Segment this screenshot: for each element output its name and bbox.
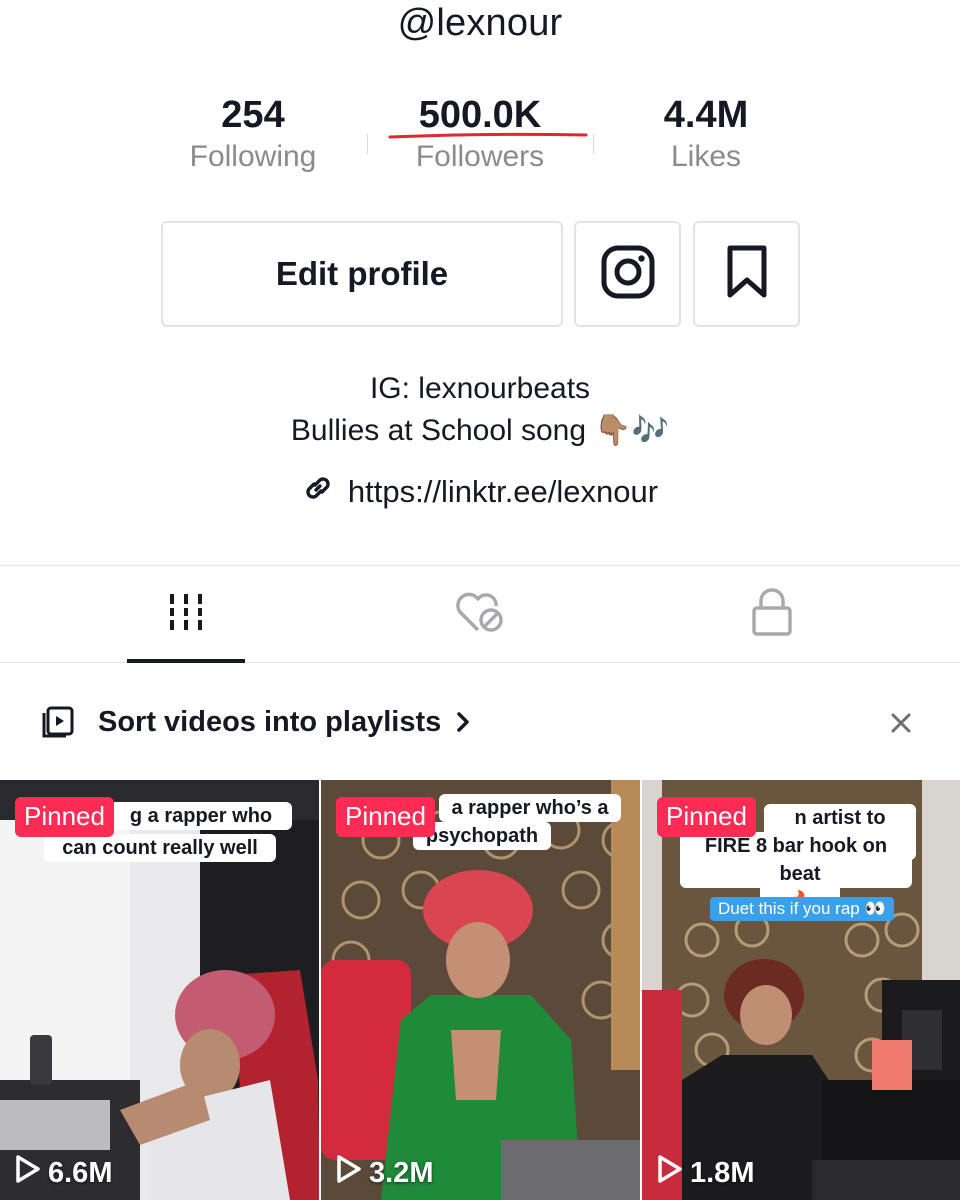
chevron-right-icon [452,702,476,747]
likes-stat[interactable]: 4.4M Likes [593,92,819,174]
view-count: 6.6M [14,1154,112,1192]
play-icon [335,1154,363,1192]
pinned-badge: Pinned [336,797,435,837]
instagram-icon [600,244,656,305]
video-grid: Pinned g a rapper who can count really w… [0,780,960,1200]
caption-line: can count really well [62,837,258,859]
favorites-button[interactable] [693,221,800,327]
profile-bio: IG: lexnourbeats Bullies at School song … [0,368,960,452]
following-label: Following [189,140,317,173]
likes-label: Likes [670,140,742,173]
tab-liked[interactable] [320,566,640,662]
tab-private[interactable] [612,566,932,662]
bio-line: Bullies at School song 👇🏽🎶 [290,414,670,447]
view-count: 3.2M [335,1154,433,1192]
caption-line: g a rapper who [129,805,273,827]
likes-count: 4.4M [663,94,749,136]
view-count-text: 3.2M [369,1156,434,1189]
playlist-prompt-text: Sort videos into playlists [98,706,442,738]
tab-videos[interactable] [26,566,346,662]
video-tile[interactable]: Pinned g a rapper who can count really w… [0,780,319,1200]
caption-line: a rapper who’s a [451,797,609,819]
bookmark-icon [725,244,769,305]
video-tile[interactable]: Pinned a rapper who’s a psychopath 3.2M [321,780,640,1200]
view-count: 1.8M [656,1154,754,1192]
profile-tabs [0,565,960,663]
video-caption: a rapper who’s a [439,794,621,822]
link-text: https://linktr.ee/lexnour [347,474,659,509]
playlist-prompt[interactable]: Sort videos into playlists [0,690,960,760]
video-caption: can count really well [44,834,276,862]
view-count-text: 6.6M [48,1156,113,1189]
followers-label: Followers [415,140,545,173]
link-icon [302,472,334,512]
pinned-badge: Pinned [15,797,114,837]
tab-active-indicator [127,659,245,663]
instagram-button[interactable] [574,221,681,327]
close-icon[interactable] [886,708,916,743]
liked-hidden-icon [454,590,506,639]
profile-username: @lexnour [397,2,563,44]
view-count-text: 1.8M [690,1156,755,1189]
following-stat[interactable]: 254 Following [140,92,366,174]
pinned-badge: Pinned [657,797,756,837]
edit-profile-button[interactable]: Edit profile [161,221,563,327]
grid-icon [166,592,206,637]
following-count: 254 [221,94,285,136]
profile-link[interactable]: https://linktr.ee/lexnour [0,472,960,512]
play-icon [656,1154,684,1192]
play-icon [14,1154,42,1192]
lock-icon [750,587,794,641]
profile-stats: 254 Following 500.0K Followers 4.4M Like… [140,92,820,192]
video-caption: g a rapper who [110,802,292,830]
bio-line: IG: lexnourbeats [369,372,591,405]
caption-line: psychopath [425,825,539,847]
video-tile[interactable]: Pinned n artist to drop a FIRE 8 bar hoo… [642,780,960,1200]
playlist-icon [40,704,76,745]
duet-sticker: Duet this if you rap 👀 [710,897,894,921]
followers-underline-annotation [388,132,588,139]
